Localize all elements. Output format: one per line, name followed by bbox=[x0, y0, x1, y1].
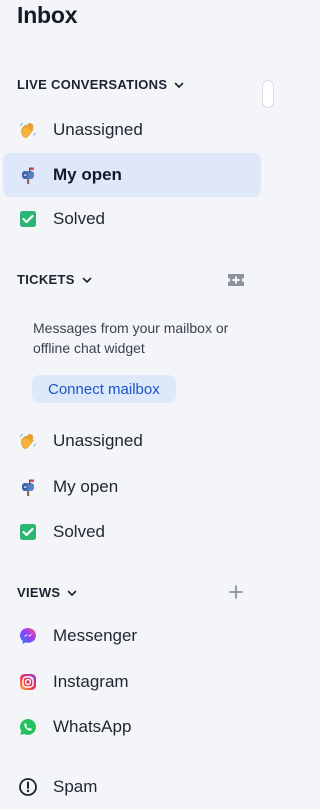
chevron-down-icon bbox=[174, 80, 184, 90]
chevron-down-icon bbox=[82, 275, 92, 285]
views-item-messenger-label: Messenger bbox=[53, 626, 138, 645]
add-view-icon[interactable] bbox=[228, 584, 244, 600]
views-item-whatsapp[interactable]: WhatsApp bbox=[3, 705, 261, 749]
whatsapp-icon bbox=[18, 717, 38, 737]
live-item-my-open[interactable]: My open bbox=[3, 153, 261, 197]
views-item-instagram[interactable]: Instagram bbox=[3, 660, 261, 704]
live-item-solved[interactable]: Solved bbox=[3, 197, 261, 241]
mailbox-icon bbox=[18, 165, 38, 185]
spam-item-label: Spam bbox=[53, 777, 98, 796]
exclamation-circle-icon bbox=[18, 777, 38, 797]
live-item-solved-label: Solved bbox=[53, 209, 105, 228]
add-ticket-icon[interactable] bbox=[226, 272, 246, 288]
spam-item[interactable]: Spam bbox=[3, 765, 261, 809]
tickets-hint-text: Messages from your mailbox or offline ch… bbox=[33, 320, 229, 356]
views-header[interactable]: VIEWS bbox=[17, 585, 77, 600]
views-item-whatsapp-label: WhatsApp bbox=[53, 717, 132, 736]
tickets-item-unassigned[interactable]: Unassigned bbox=[3, 419, 261, 463]
messenger-icon bbox=[18, 626, 38, 646]
tickets-item-solved[interactable]: Solved bbox=[3, 510, 261, 554]
live-conversations-header-label: LIVE CONVERSATIONS bbox=[17, 77, 168, 92]
live-item-unassigned[interactable]: Unassigned bbox=[3, 108, 261, 152]
tickets-item-my-open-label: My open bbox=[53, 477, 119, 496]
tickets-item-my-open[interactable]: My open bbox=[3, 465, 261, 509]
page-title: Inbox bbox=[17, 2, 78, 28]
tickets-item-solved-label: Solved bbox=[53, 522, 105, 541]
live-item-my-open-label: My open bbox=[53, 165, 122, 184]
mailbox-icon bbox=[18, 477, 38, 497]
tickets-header-label: TICKETS bbox=[17, 272, 75, 287]
connect-mailbox-button[interactable]: Connect mailbox bbox=[32, 375, 176, 403]
collapse-handle[interactable] bbox=[262, 80, 274, 108]
chevron-down-icon bbox=[67, 588, 77, 598]
check-box-icon bbox=[18, 209, 38, 229]
tickets-header[interactable]: TICKETS bbox=[17, 272, 92, 287]
live-item-unassigned-label: Unassigned bbox=[53, 120, 143, 139]
views-item-instagram-label: Instagram bbox=[53, 672, 129, 691]
waving-hand-icon bbox=[18, 431, 38, 451]
live-conversations-header[interactable]: LIVE CONVERSATIONS bbox=[17, 77, 184, 92]
waving-hand-icon bbox=[18, 120, 38, 140]
views-header-label: VIEWS bbox=[17, 585, 61, 600]
views-item-messenger[interactable]: Messenger bbox=[3, 614, 261, 658]
check-box-icon bbox=[18, 522, 38, 542]
tickets-item-unassigned-label: Unassigned bbox=[53, 431, 143, 450]
instagram-icon bbox=[18, 672, 38, 692]
